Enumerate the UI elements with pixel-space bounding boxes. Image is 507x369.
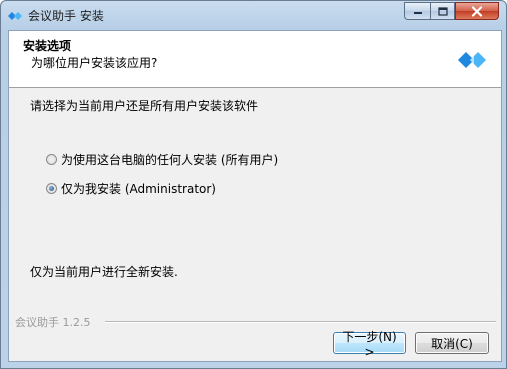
maximize-icon xyxy=(437,6,448,16)
radio-selected-dot xyxy=(49,186,54,191)
dialog-client-area: 安装选项 为哪位用户安装该应用? 请选择为当前用户还是所有用户安装该软件 为使用… xyxy=(8,30,502,362)
installer-window: 会议助手 安装 安装选项 为哪位用户安装该应用? 请选择为当前用户还是所有用户安… xyxy=(0,0,507,369)
close-button[interactable] xyxy=(455,2,499,20)
page-title: 安装选项 xyxy=(23,39,72,53)
radio-all-users[interactable] xyxy=(46,154,57,165)
radio-all-users-label[interactable]: 为使用这台电脑的任何人安装 (所有用户) xyxy=(61,151,278,168)
app-icon xyxy=(8,12,22,20)
cancel-button[interactable]: 取消(C) xyxy=(415,332,489,354)
radio-current-user-label[interactable]: 仅为我安装 (Administrator) xyxy=(61,180,216,197)
install-prompt: 请选择为当前用户还是所有用户安装该软件 xyxy=(30,99,259,113)
minimize-button[interactable] xyxy=(404,2,430,20)
window-title: 会议助手 安装 xyxy=(28,9,104,23)
next-button[interactable]: 下一步(N) > xyxy=(333,330,406,359)
minimize-icon xyxy=(413,12,422,14)
close-icon xyxy=(471,5,483,17)
footer-divider xyxy=(105,321,496,323)
title-bar[interactable]: 会议助手 安装 xyxy=(1,1,506,30)
install-status-text: 仅为当前用户进行全新安装. xyxy=(30,265,178,279)
brand-version-label: 会议助手 1.2.5 xyxy=(15,316,91,329)
radio-current-user[interactable] xyxy=(46,183,57,194)
page-subtitle: 为哪位用户安装该应用? xyxy=(31,56,158,70)
logo-icon xyxy=(458,52,486,68)
maximize-button[interactable] xyxy=(430,2,455,20)
page-header: 安装选项 为哪位用户安装该应用? xyxy=(9,31,501,88)
